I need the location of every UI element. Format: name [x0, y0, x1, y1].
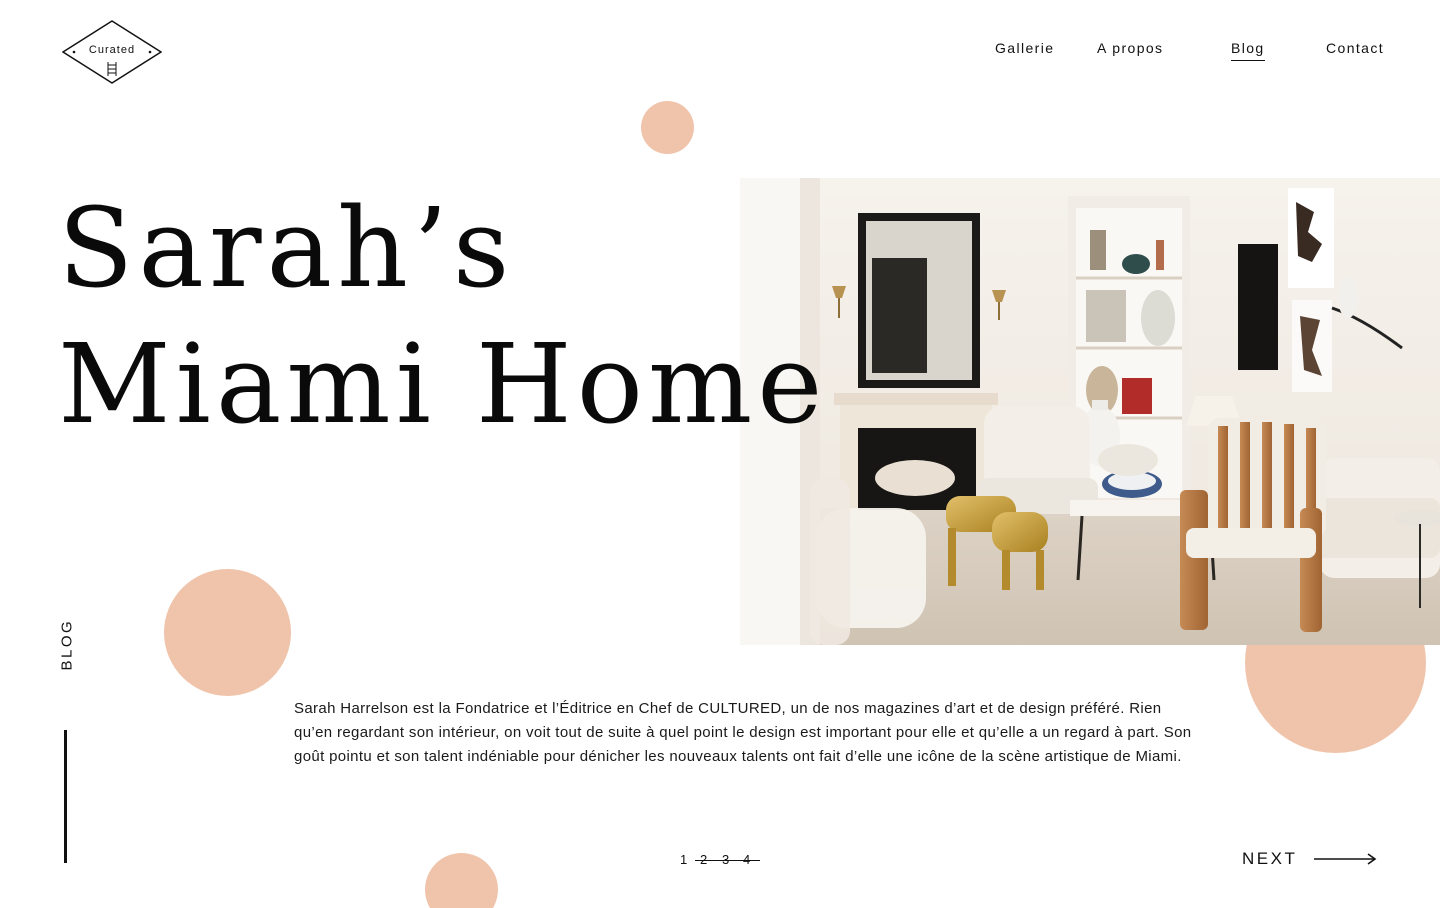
nav-item-a-propos[interactable]: A propos	[1097, 40, 1163, 56]
main-nav: Gallerie A propos Blog Contact	[0, 40, 1440, 70]
arrow-right-icon	[1314, 853, 1377, 865]
page: Curated Gallerie A propos Blog Contact S…	[0, 0, 1440, 908]
section-divider	[64, 730, 67, 863]
article-intro: Sarah Harrelson est la Fondatrice et l’É…	[294, 700, 1192, 765]
nav-item-contact[interactable]: Contact	[1326, 40, 1384, 56]
next-label: NEXT	[1242, 849, 1298, 868]
title-line-1: Sarah’s	[58, 184, 515, 312]
next-button[interactable]: NEXT	[1242, 848, 1382, 872]
title-line-2: Miami Home	[58, 320, 828, 448]
decor-circle-bottom	[425, 853, 498, 908]
living-room-photo	[740, 178, 1440, 645]
section-label: BLOG	[58, 618, 76, 671]
pagination-line	[695, 860, 760, 861]
page-title: Sarah’s Miami Home	[58, 180, 827, 452]
decor-circle-left	[164, 569, 291, 696]
page-link-1[interactable]: 1	[680, 852, 687, 867]
nav-item-gallerie[interactable]: Gallerie	[995, 40, 1054, 56]
pagination: 1 2 3 4	[678, 850, 760, 870]
nav-item-blog[interactable]: Blog	[1231, 40, 1265, 61]
decor-circle-small-top	[641, 101, 694, 154]
